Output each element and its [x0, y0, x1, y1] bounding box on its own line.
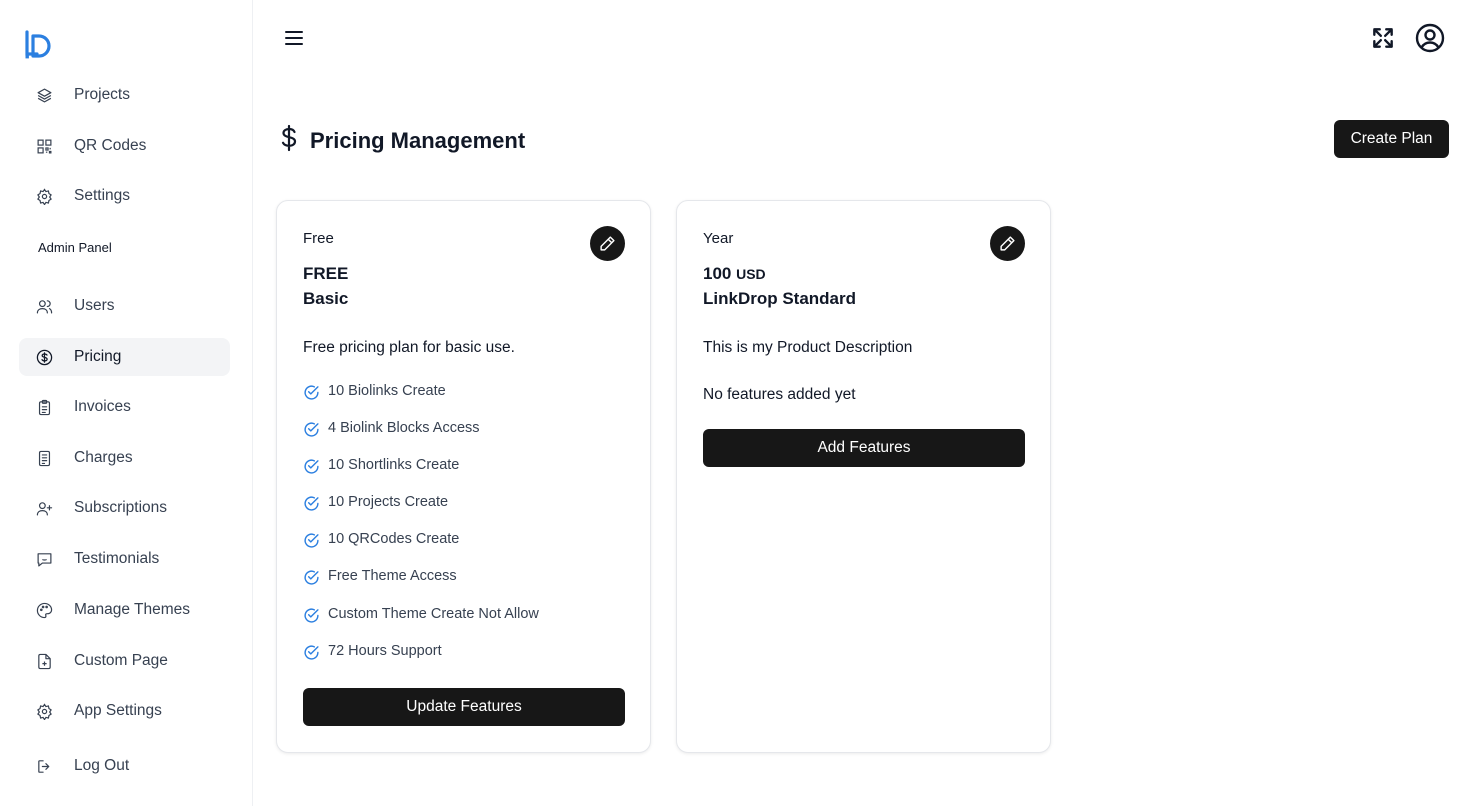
pencil-icon [1000, 236, 1015, 251]
sidebar-item-subscriptions[interactable]: Subscriptions [19, 489, 230, 527]
edit-plan-button[interactable] [590, 226, 625, 261]
sidebar-item-label: Pricing [74, 348, 122, 365]
sidebar-item-label: Settings [74, 187, 131, 204]
feature-label: Custom Theme Create Not Allow [328, 605, 539, 622]
gear-icon [36, 188, 53, 205]
pencil-icon [600, 236, 615, 251]
plan-description: Free pricing plan for basic use. [303, 339, 515, 356]
sidebar-item-label: App Settings [74, 702, 162, 719]
plan-price: FREE [303, 264, 348, 284]
feature-item: 10 Biolinks Create [303, 383, 539, 420]
sidebar-item-projects[interactable]: Projects [19, 76, 230, 114]
plan-description: This is my Product Description [703, 339, 913, 356]
page-title: Pricing Management [310, 127, 526, 153]
check-circle-icon [304, 422, 319, 437]
sidebar-item-settings[interactable]: Settings [19, 177, 230, 215]
add-features-button[interactable]: Add Features [703, 429, 1025, 467]
feature-item: 10 QRCodes Create [303, 531, 539, 568]
check-circle-icon [304, 459, 319, 474]
check-circle-icon [304, 608, 319, 623]
user-circle-icon[interactable] [1414, 22, 1446, 54]
feature-item: Custom Theme Create Not Allow [303, 606, 539, 643]
feature-item: 72 Hours Support [303, 643, 539, 680]
feature-item: 4 Biolink Blocks Access [303, 420, 539, 457]
feature-label: 4 Biolink Blocks Access [328, 420, 480, 437]
feature-item: Free Theme Access [303, 568, 539, 605]
no-features-text: No features added yet [703, 386, 856, 403]
hamburger-icon[interactable] [282, 26, 306, 50]
page-heading: Pricing Management [276, 124, 525, 157]
users-icon [36, 298, 53, 315]
update-features-button[interactable]: Update Features [303, 688, 625, 726]
plan-price: 100 USD [703, 264, 766, 284]
plan-name: Basic [303, 289, 349, 308]
gear-icon [36, 703, 53, 720]
feature-label: 10 Biolinks Create [328, 383, 446, 399]
feature-item: 10 Shortlinks Create [303, 457, 539, 494]
sidebar-item-manage-themes[interactable]: Manage Themes [19, 591, 230, 629]
feature-label: 72 Hours Support [328, 642, 442, 659]
check-circle-icon [304, 385, 319, 400]
sidebar-item-pricing[interactable]: Pricing [19, 338, 230, 376]
clipboard-icon [36, 399, 53, 416]
feature-item: 10 Projects Create [303, 494, 539, 531]
sidebar-item-label: Invoices [74, 398, 131, 415]
price-value: 100 [703, 264, 732, 283]
sidebar-item-log-out[interactable]: Log Out [19, 747, 230, 785]
sidebar-item-charges[interactable]: Charges [19, 439, 230, 477]
sidebar-item-label: Log Out [74, 757, 130, 774]
linkdrop-logo-icon[interactable] [24, 28, 56, 60]
pricing-card: Year 100 USD LinkDrop Standard This is m… [676, 200, 1051, 753]
sidebar-item-label: Charges [74, 449, 133, 466]
check-circle-icon [304, 496, 319, 511]
check-circle-icon [304, 533, 319, 548]
sidebar-item-invoices[interactable]: Invoices [19, 388, 230, 426]
check-circle-icon [304, 570, 319, 586]
sidebar-item-label: Projects [74, 86, 130, 103]
dollar-circle-icon [36, 349, 53, 366]
receipt-icon [36, 450, 53, 467]
feature-label: 10 Shortlinks Create [328, 457, 460, 474]
admin-panel-heading: Admin Panel [38, 240, 112, 255]
price-currency: USD [736, 266, 766, 282]
dollar-icon [276, 124, 302, 157]
plan-name: LinkDrop Standard [703, 289, 857, 308]
expand-icon[interactable] [1370, 25, 1396, 51]
sidebar-item-label: QR Codes [74, 137, 147, 154]
layers-icon [36, 87, 53, 104]
feature-list: 10 Biolinks Create 4 Biolink Blocks Acce… [303, 383, 539, 680]
sidebar-item-label: Custom Page [74, 652, 168, 669]
sidebar-item-label: Testimonials [74, 550, 160, 567]
plan-period: Year [703, 230, 734, 247]
palette-icon [36, 602, 53, 619]
message-icon [36, 551, 53, 568]
plan-period: Free [303, 230, 334, 247]
check-circle-icon [304, 645, 319, 660]
sidebar-item-label: Users [74, 297, 115, 314]
sidebar-item-label: Manage Themes [74, 601, 191, 618]
feature-label: 10 Projects Create [328, 494, 449, 511]
sidebar-item-testimonials[interactable]: Testimonials [19, 540, 230, 578]
sidebar-item-custom-page[interactable]: Custom Page [19, 642, 230, 680]
logout-icon [36, 758, 53, 775]
sidebar-item-users[interactable]: Users [19, 287, 230, 325]
user-plus-icon [36, 500, 53, 517]
create-plan-button[interactable]: Create Plan [1334, 120, 1449, 158]
price-value: FREE [303, 264, 349, 283]
feature-label: 10 QRCodes Create [328, 531, 460, 548]
pricing-card: Free FREE Basic Free pricing plan for ba… [276, 200, 651, 753]
sidebar: Projects QR Codes Settings Admin Panel U… [0, 0, 253, 806]
edit-plan-button[interactable] [990, 226, 1025, 261]
sidebar-item-label: Subscriptions [74, 499, 168, 516]
file-plus-icon [36, 653, 53, 670]
feature-label: Free Theme Access [328, 568, 457, 585]
qr-code-icon [36, 138, 53, 155]
sidebar-item-app-settings[interactable]: App Settings [19, 692, 230, 730]
sidebar-item-qr-codes[interactable]: QR Codes [19, 127, 230, 165]
